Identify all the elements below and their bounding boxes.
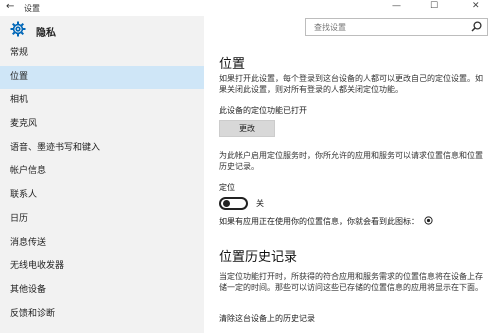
change-button[interactable]: 更改 (219, 120, 275, 137)
sidebar-nav: 常规 位置 相机 麦克风 语音、墨迹书写和键入 帐户信息 联系人 日历 消息传送… (0, 42, 204, 326)
location-in-use-icon (423, 216, 433, 227)
close-button[interactable]: ✕ (472, 1, 480, 11)
sidebar-item-account-info[interactable]: 帐户信息 (0, 160, 204, 184)
sidebar-item-general[interactable]: 常规 (0, 42, 204, 66)
sidebar-item-microphone[interactable]: 麦克风 (0, 113, 204, 137)
sidebar-item-calendar[interactable]: 日历 (0, 208, 204, 232)
sidebar-item-other-devices[interactable]: 其他设备 (0, 279, 204, 303)
minimize-button[interactable]: — (392, 1, 401, 11)
sidebar: 隐私 常规 位置 相机 麦克风 语音、墨迹书写和键入 帐户信息 联系人 日历 消… (0, 16, 204, 333)
history-desc: 当定位功能打开时，所获得的符合应用和服务需求的位置信息将在设备上存储一定的时间。… (219, 272, 483, 292)
back-arrow-icon[interactable]: ← (6, 1, 14, 12)
clear-history-label: 清除这台设备上的历史记录 (219, 314, 315, 323)
toggle-knob (223, 200, 230, 207)
toggle-state-text: 关 (256, 199, 264, 208)
sidebar-item-radios[interactable]: 无线电收发器 (0, 255, 204, 279)
search-input[interactable] (306, 19, 456, 35)
device-location-status: 此设备的定位功能已打开 (219, 106, 307, 115)
sidebar-item-speech-inking-typing[interactable]: 语音、墨迹书写和键入 (0, 137, 204, 161)
main-content: 位置 如果打开此设置，每个登录到这台设备的人都可以更改自己的定位设置。如果关闭此… (204, 40, 500, 333)
in-use-note-text: 如果有应用正在使用你的位置信息，你就会看到此图标： (219, 217, 419, 226)
maximize-button[interactable]: ☐ (430, 1, 438, 11)
account-location-desc: 为此帐户启用定位服务时，你所允许的应用和服务可以请求位置信息和位置历史记录。 (219, 151, 483, 171)
title-bar: ← 设置 — ☐ ✕ (0, 0, 500, 16)
sidebar-item-messaging[interactable]: 消息传送 (0, 232, 204, 256)
intro-text: 如果打开此设置，每个登录到这台设备的人都可以更改自己的定位设置。如果关闭此设置，… (219, 74, 483, 94)
location-toggle[interactable] (219, 197, 248, 210)
location-history-title: 位置历史记录 (219, 250, 298, 265)
section-title: 隐私 (36, 28, 56, 39)
search-icon[interactable] (471, 21, 482, 35)
sidebar-item-location[interactable]: 位置 (0, 65, 204, 90)
sidebar-item-contacts[interactable]: 联系人 (0, 184, 204, 208)
search-box[interactable] (305, 18, 488, 36)
page-title: 位置 (219, 57, 246, 72)
location-toggle-label: 定位 (219, 183, 235, 192)
window-title: 设置 (24, 4, 40, 13)
sidebar-item-feedback-diagnostics[interactable]: 反馈和诊断 (0, 303, 204, 327)
gear-icon (10, 21, 26, 40)
location-in-use-note: 如果有应用正在使用你的位置信息，你就会看到此图标： (219, 216, 433, 227)
sidebar-item-camera[interactable]: 相机 (0, 89, 204, 113)
sidebar-header: 隐私 (0, 16, 204, 42)
